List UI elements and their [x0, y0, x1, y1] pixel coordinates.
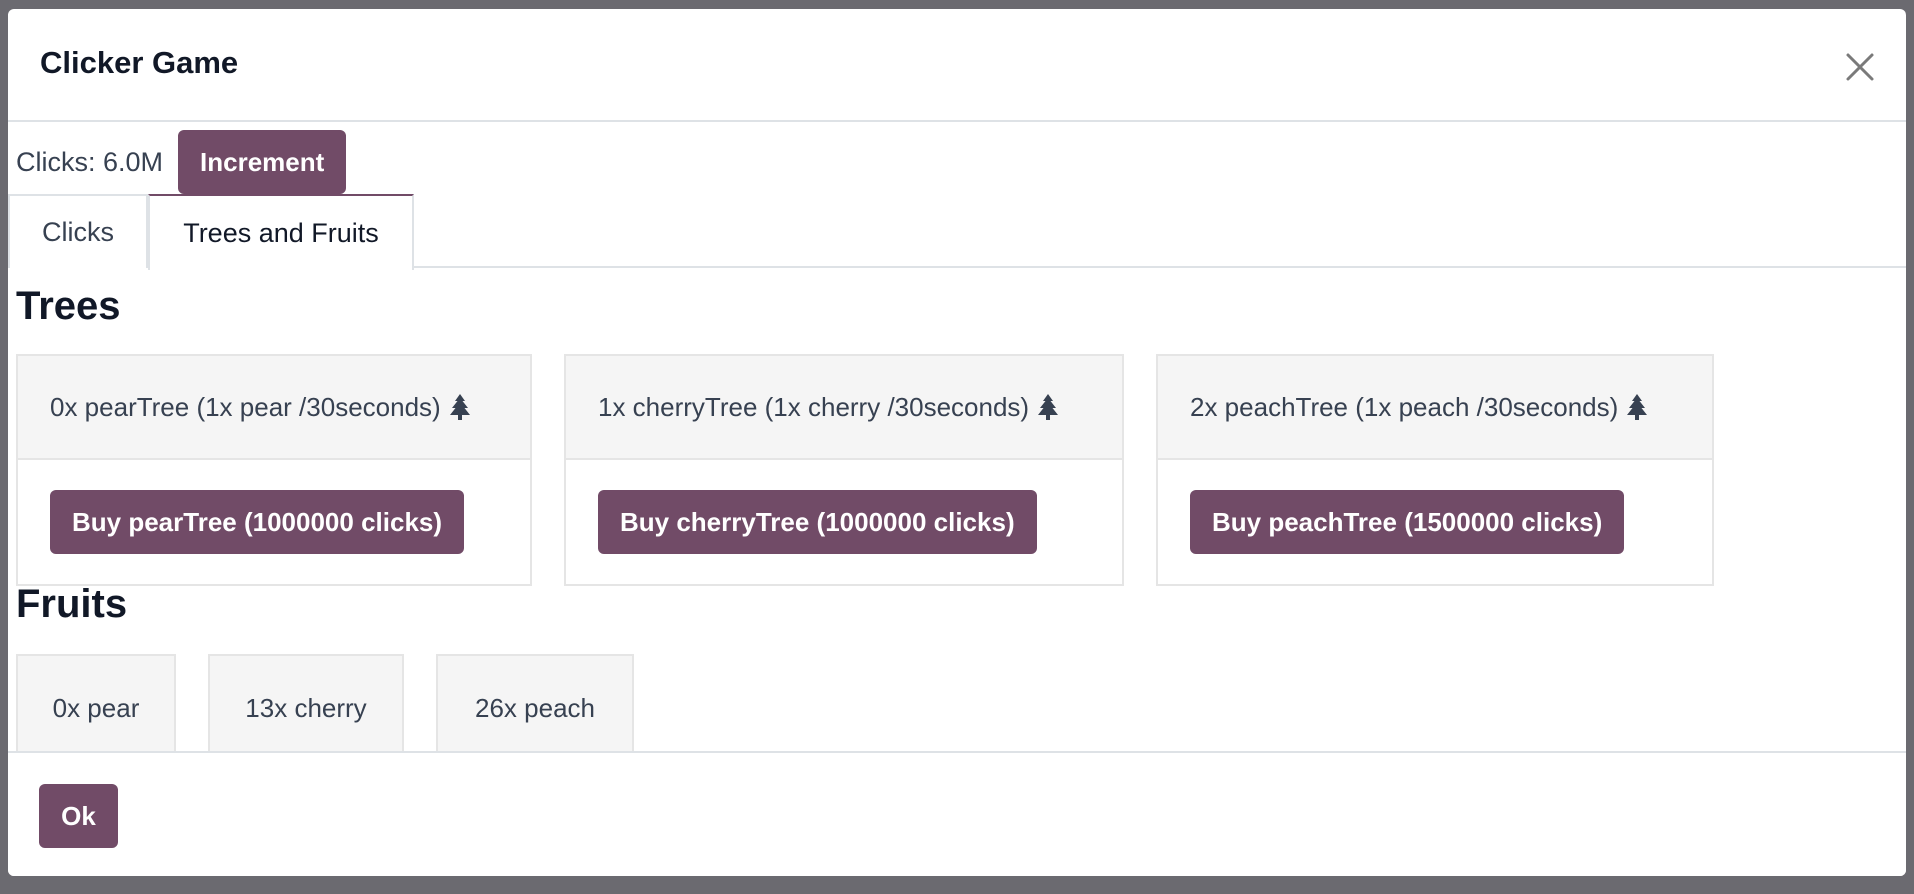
tree-icon: [449, 394, 470, 420]
ok-button[interactable]: Ok: [39, 784, 118, 848]
dialog-footer: Ok: [8, 751, 1906, 876]
trees-heading: Trees: [16, 284, 121, 328]
tree-icon: [1627, 394, 1648, 420]
tree-card-body: Buy pearTree (1000000 clicks): [18, 460, 530, 554]
clicks-counter-row: Clicks: 6.0M Increment: [16, 130, 347, 194]
tab-trees-and-fruits[interactable]: Trees and Fruits: [148, 194, 414, 270]
increment-button[interactable]: Increment: [178, 130, 347, 194]
tree-card-body: Buy peachTree (1500000 clicks): [1158, 460, 1712, 554]
tree-card-header: 0x pearTree (1x pear /30seconds): [18, 356, 530, 460]
tree-icon: [1038, 394, 1059, 420]
dialog-body: Clicks: 6.0M Increment Clicks Trees and …: [8, 122, 1906, 762]
clicker-game-dialog: Clicker Game Clicks: 6.0M Increment Clic…: [8, 9, 1906, 876]
tree-description: 0x pearTree (1x pear /30seconds): [50, 391, 441, 422]
close-icon: [1846, 53, 1874, 81]
fruit-card-peach: 26x peach: [436, 654, 634, 762]
clicks-count: Clicks: 6.0M: [16, 146, 164, 177]
tree-card-pear: 0x pearTree (1x pear /30seconds) Buy pea…: [16, 354, 532, 586]
tree-card-header: 2x peachTree (1x peach /30seconds): [1158, 356, 1712, 460]
dialog-title: Clicker Game: [40, 45, 239, 80]
tree-card-cherry: 1x cherryTree (1x cherry /30seconds) Buy…: [564, 354, 1124, 586]
tree-description: 2x peachTree (1x peach /30seconds): [1190, 391, 1619, 422]
tab-clicks[interactable]: Clicks: [8, 194, 148, 268]
buy-pear-tree-button[interactable]: Buy pearTree (1000000 clicks): [50, 490, 465, 554]
tab-bar: Clicks Trees and Fruits: [8, 194, 1906, 270]
dialog-header: Clicker Game: [8, 9, 1906, 122]
fruit-card-pear: 0x pear: [16, 654, 176, 762]
tree-card-peach: 2x peachTree (1x peach /30seconds) Buy p…: [1156, 354, 1714, 586]
tree-card-body: Buy cherryTree (1000000 clicks): [566, 460, 1122, 554]
buy-cherry-tree-button[interactable]: Buy cherryTree (1000000 clicks): [598, 490, 1037, 554]
buy-peach-tree-button[interactable]: Buy peachTree (1500000 clicks): [1190, 490, 1625, 554]
fruits-heading: Fruits: [16, 582, 128, 626]
tree-card-header: 1x cherryTree (1x cherry /30seconds): [566, 356, 1122, 460]
close-button[interactable]: [1840, 47, 1880, 87]
tree-description: 1x cherryTree (1x cherry /30seconds): [598, 391, 1030, 422]
fruit-card-cherry: 13x cherry: [208, 654, 404, 762]
